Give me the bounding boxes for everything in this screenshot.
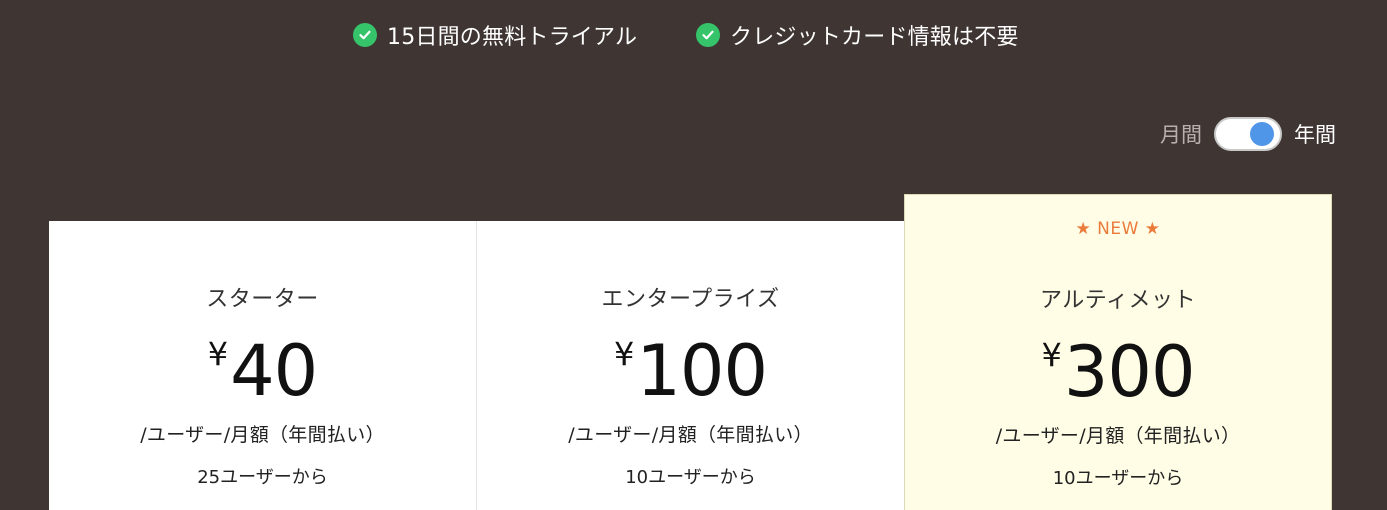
price-amount: 40	[230, 330, 318, 412]
yearly-label[interactable]: 年間	[1294, 119, 1336, 149]
plan-price: ¥ 300	[905, 334, 1331, 410]
pricing-plans: スターター ¥ 40 /ユーザー/月額（年間払い） 25ユーザーから エンタープ…	[49, 194, 1332, 510]
currency-symbol: ¥	[614, 335, 635, 373]
price-amount: 100	[636, 330, 768, 412]
plan-card-ultimate[interactable]: ★ NEW ★ アルティメット ¥ 300 /ユーザー/月額（年間払い） 10ユ…	[904, 194, 1332, 510]
plan-name: エンタープライズ	[601, 287, 780, 312]
billing-period-toggle: 月間 年間	[1160, 116, 1336, 152]
monthly-label[interactable]: 月間	[1160, 119, 1202, 149]
plan-name: スターター	[206, 287, 319, 312]
plan-name: アルティメット	[1040, 288, 1196, 313]
price-amount: 300	[1063, 331, 1196, 413]
benefit-free-trial: 15日間の無料トライアル	[353, 18, 637, 52]
minimum-users: 10ユーザーから	[1052, 468, 1184, 489]
minimum-users: 25ユーザーから	[197, 467, 328, 488]
check-circle-icon	[696, 23, 720, 47]
switch-knob	[1250, 122, 1274, 146]
billing-switch[interactable]	[1214, 117, 1282, 151]
currency-symbol: ¥	[207, 335, 229, 373]
price-period: /ユーザー/月額（年間払い）	[568, 424, 813, 446]
benefit-no-credit-card: クレジットカード情報は不要	[696, 18, 1019, 52]
plan-card-enterprise[interactable]: エンタープライズ ¥ 100 /ユーザー/月額（年間払い） 10ユーザーから	[477, 221, 904, 510]
check-circle-icon	[353, 23, 377, 47]
benefits-row: 15日間の無料トライアル クレジットカード情報は不要	[0, 18, 1387, 52]
benefit-text: クレジットカード情報は不要	[730, 25, 1019, 50]
plan-price: ¥ 100	[477, 333, 904, 409]
plan-price: ¥ 40	[49, 333, 476, 409]
minimum-users: 10ユーザーから	[625, 467, 756, 488]
plan-card-starter[interactable]: スターター ¥ 40 /ユーザー/月額（年間払い） 25ユーザーから	[49, 221, 477, 510]
benefit-text: 15日間の無料トライアル	[387, 25, 638, 50]
new-badge: ★ NEW ★	[1075, 219, 1161, 239]
currency-symbol: ¥	[1041, 336, 1062, 374]
price-period: /ユーザー/月額（年間払い）	[995, 425, 1241, 447]
price-period: /ユーザー/月額（年間払い）	[140, 424, 385, 446]
